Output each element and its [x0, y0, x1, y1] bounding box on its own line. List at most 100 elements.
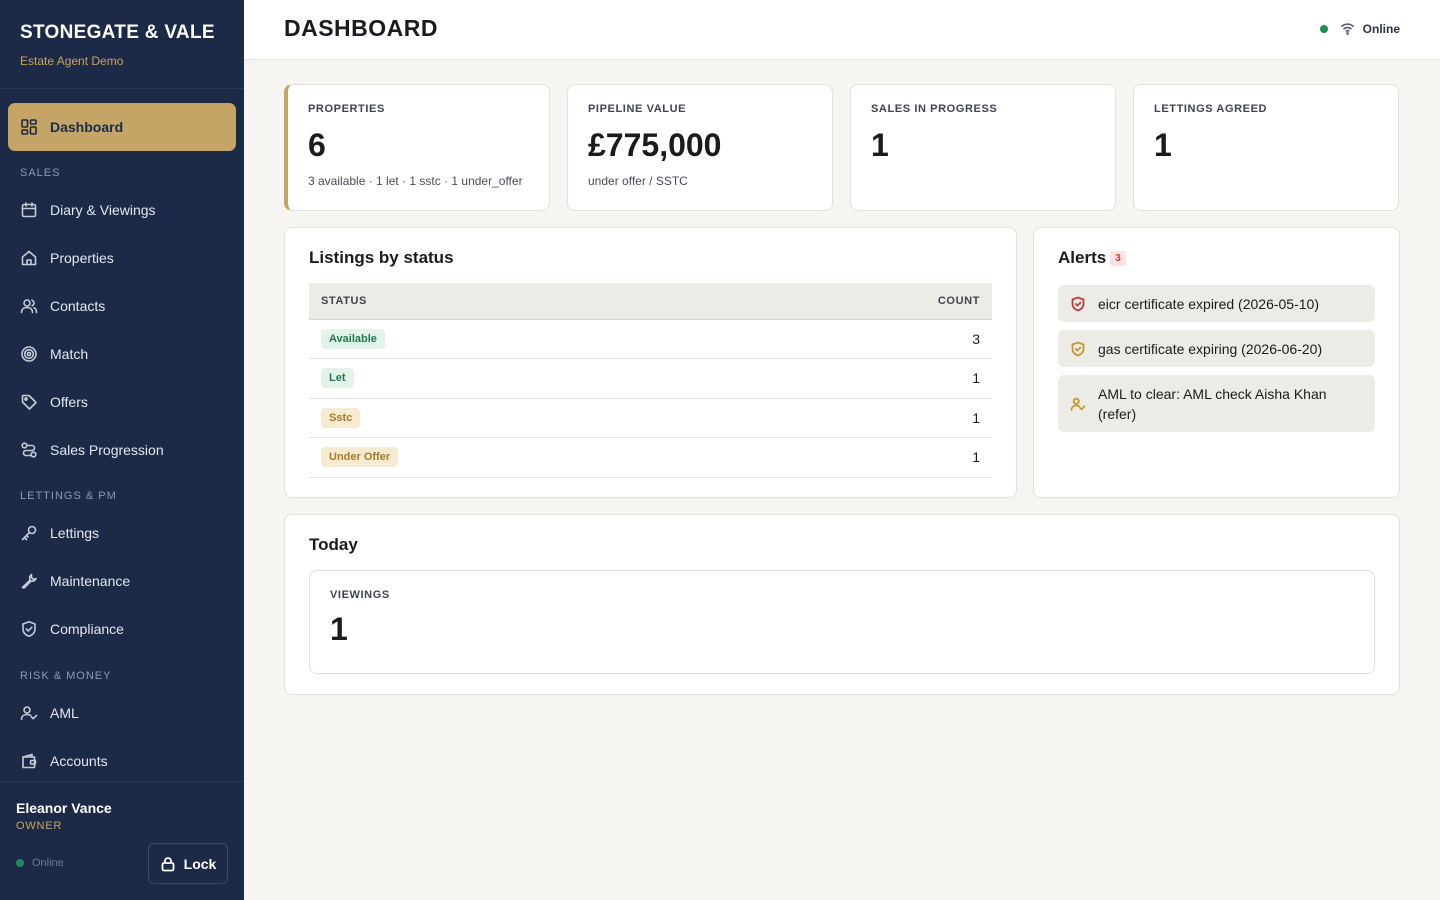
wallet-icon	[20, 752, 38, 770]
shield-alert-icon	[1070, 296, 1086, 312]
stat-value: £775,000	[588, 127, 722, 163]
listings-table: STATUS COUNT Available 3 Let 1 Sstc 1 Un…	[309, 283, 992, 478]
panel-title: Alerts 3	[1058, 248, 1126, 268]
user-check-icon	[20, 704, 38, 722]
online-dot-icon	[16, 859, 24, 867]
nav-section-sales: SALES	[20, 167, 61, 179]
header-status-label: Online	[1362, 21, 1400, 36]
table-row[interactable]: Sstc 1	[309, 398, 992, 438]
stat-label: LETTINGS AGREED	[1154, 103, 1268, 115]
sidebar-item-label: Offers	[50, 394, 88, 410]
lock-button-label: Lock	[183, 855, 217, 872]
status-badge: Sstc	[321, 407, 361, 428]
sidebar-item-label: Contacts	[50, 298, 106, 314]
sidebar-item-accounts[interactable]: Accounts	[8, 737, 236, 785]
sidebar-item-offers[interactable]: Offers	[8, 378, 236, 426]
status-cell: Under Offer	[309, 437, 722, 478]
table-row[interactable]: Let 1	[309, 358, 992, 399]
sidebar-item-label: Sales Progression	[50, 442, 164, 458]
count-cell: 1	[722, 437, 992, 478]
sidebar-item-match[interactable]: Match	[8, 330, 236, 378]
sidebar-item-label: Match	[50, 346, 89, 362]
alert-item[interactable]: AML to clear: AML check Aisha Khan (refe…	[1058, 375, 1375, 432]
count-cell: 1	[722, 358, 992, 399]
shield-check-icon	[20, 620, 38, 638]
sidebar-item-aml[interactable]: AML	[8, 689, 236, 737]
sidebar-item-maintenance[interactable]: Maintenance	[8, 557, 236, 605]
sidebar-item-lettings[interactable]: Lettings	[8, 509, 236, 557]
user-name: Eleanor Vance	[16, 800, 112, 816]
listings-panel: Listings by status STATUS COUNT Availabl…	[284, 227, 1017, 498]
status-badge: Available	[321, 328, 385, 349]
header-connection-status: Online	[1319, 21, 1400, 36]
stat-card-properties: PROPERTIES 6 3 available · 1 let · 1 sst…	[284, 84, 550, 211]
sidebar-item-properties[interactable]: Properties	[8, 234, 236, 282]
route-icon	[20, 441, 38, 459]
page-title: DASHBOARD	[284, 15, 438, 41]
today-panel: Today VIEWINGS 1	[284, 514, 1400, 695]
sidebar-item-sales-progression[interactable]: Sales Progression	[8, 426, 236, 474]
sidebar-item-compliance[interactable]: Compliance	[8, 605, 236, 653]
viewings-label: VIEWINGS	[330, 589, 390, 601]
lock-button[interactable]: Lock	[148, 843, 228, 884]
sidebar-item-contacts[interactable]: Contacts	[8, 282, 236, 330]
calendar-icon	[20, 201, 38, 219]
target-icon	[20, 345, 38, 363]
brand-title: STONEGATE & VALE	[20, 22, 215, 43]
count-cell: 1	[722, 398, 992, 438]
sidebar: STONEGATE & VALE Estate Agent Demo Dashb…	[0, 0, 244, 900]
brand: STONEGATE & VALE Estate Agent Demo	[20, 22, 215, 68]
table-row[interactable]: Available 3	[309, 319, 992, 359]
tag-icon	[20, 393, 38, 411]
sidebar-item-dashboard[interactable]: Dashboard	[8, 103, 236, 151]
alert-text: AML to clear: AML check Aisha Khan (refe…	[1098, 385, 1327, 422]
sidebar-item-label: Lettings	[50, 525, 100, 541]
viewings-card[interactable]: VIEWINGS 1	[309, 570, 1375, 674]
alerts-count-badge: 3	[1110, 251, 1126, 266]
sidebar-item-label: AML	[50, 705, 79, 721]
stat-value: 1	[1154, 127, 1172, 163]
stat-subtext: under offer / SSTC	[588, 174, 688, 188]
stat-card-sales-in-progress: SALES IN PROGRESS 1	[850, 84, 1116, 211]
alerts-title: Alerts	[1058, 248, 1107, 267]
stat-label: SALES IN PROGRESS	[871, 103, 998, 115]
alert-text: gas certificate expiring (2026-06-20)	[1098, 340, 1323, 357]
table-header-row: STATUS COUNT	[309, 283, 992, 320]
users-icon	[20, 297, 38, 315]
alert-item[interactable]: eicr certificate expired (2026-05-10)	[1058, 285, 1375, 322]
status-cell: Sstc	[309, 398, 722, 438]
wrench-icon	[20, 572, 38, 590]
nav-section-risk: RISK & MONEY	[20, 670, 112, 682]
shield-warning-icon	[1070, 341, 1086, 357]
stat-value: 1	[871, 127, 889, 163]
connection-status-label: Online	[32, 857, 64, 869]
column-header-count: COUNT	[722, 283, 992, 320]
status-badge: Let	[321, 368, 354, 389]
count-cell: 3	[722, 319, 992, 359]
nav-section-lettings: LETTINGS & PM	[20, 490, 117, 502]
alerts-panel: Alerts 3 eicr certificate expired (2026-0…	[1033, 227, 1400, 498]
stat-subtext: 3 available · 1 let · 1 sstc · 1 under_o…	[308, 174, 523, 188]
connection-status: Online	[16, 857, 64, 869]
sidebar-item-label: Maintenance	[50, 573, 131, 589]
divider	[0, 781, 244, 782]
stat-value: 6	[308, 127, 326, 163]
alert-text: eicr certificate expired (2026-05-10)	[1098, 295, 1319, 312]
alert-item[interactable]: gas certificate expiring (2026-06-20)	[1058, 330, 1375, 367]
brand-subtitle: Estate Agent Demo	[20, 54, 124, 68]
divider	[0, 88, 244, 89]
table-row[interactable]: Under Offer 1	[309, 437, 992, 478]
stat-card-pipeline-value: PIPELINE VALUE £775,000 under offer / SS…	[567, 84, 833, 211]
sidebar-item-label: Properties	[50, 250, 114, 266]
status-cell: Let	[309, 358, 722, 399]
column-header-status: STATUS	[309, 283, 722, 320]
viewings-value: 1	[330, 611, 348, 647]
dashboard-grid-icon	[20, 118, 38, 136]
stat-card-lettings-agreed: LETTINGS AGREED 1	[1133, 84, 1399, 211]
home-icon	[20, 249, 38, 267]
user-check-icon	[1070, 396, 1086, 412]
wifi-icon	[1340, 23, 1354, 35]
sidebar-item-diary[interactable]: Diary & Viewings	[8, 186, 236, 234]
status-badge: Under Offer	[321, 447, 399, 468]
panel-title: Today	[309, 535, 358, 554]
